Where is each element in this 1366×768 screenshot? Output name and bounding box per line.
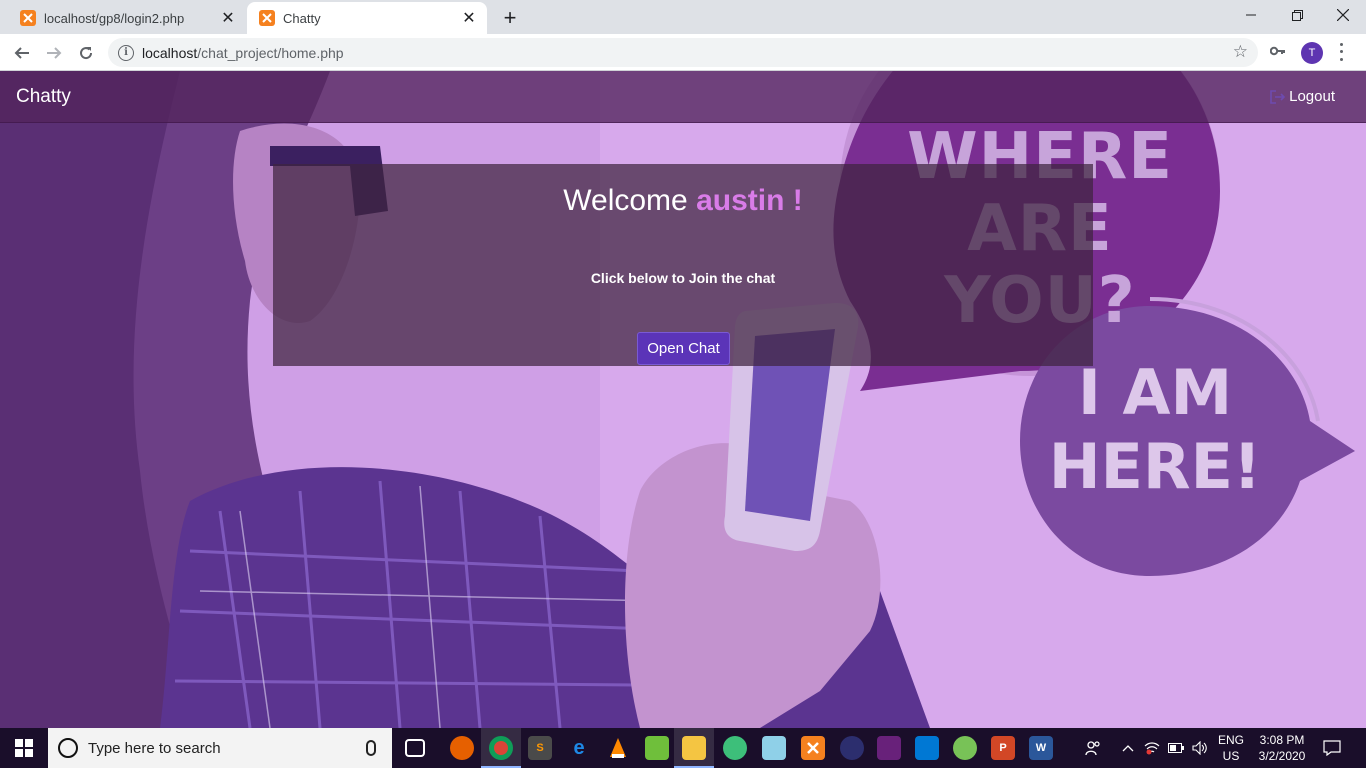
restore-icon [1291,9,1303,21]
start-button[interactable] [0,728,48,768]
eclipse-icon[interactable] [840,736,864,760]
welcome-prefix: Welcome [563,184,688,217]
close-icon[interactable]: ✕ [459,8,479,28]
restore-button[interactable] [1274,0,1320,30]
info-icon[interactable]: i [118,44,134,61]
profile-avatar[interactable]: T [1301,42,1323,64]
close-icon [1337,9,1349,21]
close-icon[interactable]: ✕ [218,8,238,28]
sublime-text-icon[interactable]: S [528,736,552,760]
clock-date: 3/2/2020 [1258,749,1306,763]
network-icon[interactable] [1144,728,1160,768]
forward-button[interactable] [40,39,68,67]
reload-icon [80,47,93,60]
input-language-indicator[interactable]: ENG US [1214,732,1248,764]
join-instruction: Click below to Join the chat [590,270,776,286]
minimize-icon [1246,14,1256,16]
browser-menu-icon[interactable] [1336,41,1346,63]
windows-taskbar: Type here to search S e P W ENG US 3:08 … [0,728,1366,768]
xampp-favicon-icon [259,10,275,26]
firefox-icon[interactable] [450,736,474,760]
search-placeholder: Type here to search [88,739,221,757]
browser-toolbar: i localhost/chat_project/home.php ☆ T [0,34,1366,71]
clock-time: 3:08 PM [1259,733,1305,747]
back-button[interactable] [8,39,36,67]
task-view-icon[interactable] [405,739,425,757]
language-code: ENG [1217,733,1244,747]
open-chat-button[interactable]: Open Chat [637,332,730,365]
key-icon[interactable] [1269,43,1286,60]
windows-logo-icon [15,739,33,757]
clock[interactable]: 3:08 PM 3/2/2020 [1250,732,1314,764]
visual-studio-icon[interactable] [877,736,901,760]
username: austin ! [696,184,803,217]
brand-link[interactable]: Chatty [16,86,71,108]
tab-login[interactable]: localhost/gp8/login2.php ✕ [8,2,246,34]
address-bar[interactable]: i localhost/chat_project/home.php ☆ [108,38,1258,67]
action-center-icon[interactable] [1323,728,1341,768]
vscode-icon[interactable] [915,736,939,760]
welcome-panel: Welcome austin ! Click below to Join the… [273,164,1093,366]
tab-chatty[interactable]: Chatty ✕ [247,2,487,34]
browser-tab-strip: localhost/gp8/login2.php ✕ Chatty ✕ + [0,0,1366,34]
url-text: localhost/chat_project/home.php [142,44,344,61]
taskbar-search[interactable]: Type here to search [48,728,392,768]
page-viewport: WHERE ARE YOU? I AM HERE! Chatty Logout … [0,71,1366,728]
file-explorer-icon[interactable] [682,736,706,760]
tab-title: Chatty [283,10,321,26]
chrome-icon[interactable] [489,736,513,760]
xampp-favicon-icon [20,10,36,26]
new-tab-button[interactable]: + [498,5,522,30]
battery-icon[interactable] [1168,728,1184,768]
cortana-icon [58,738,78,758]
window-close-button[interactable] [1320,0,1366,30]
android-studio-icon[interactable] [953,736,977,760]
bubble-text-i-am-here: I AM HERE! [1048,356,1262,503]
microphone-icon[interactable] [366,740,376,756]
notepad-icon[interactable] [762,736,786,760]
forward-arrow-icon [47,47,62,59]
logout-link[interactable]: Logout [1270,88,1335,105]
logout-icon [1270,89,1286,104]
xampp-icon[interactable] [801,736,825,760]
bookmark-star-icon[interactable]: ☆ [1233,42,1248,62]
word-icon[interactable]: W [1029,736,1053,760]
volume-icon[interactable] [1192,728,1208,768]
keyboard-region: US [1222,749,1240,763]
atom-icon[interactable] [723,736,747,760]
minimize-button[interactable] [1228,0,1274,30]
welcome-heading: Welcome austin ! [273,184,1093,218]
powerpoint-icon[interactable]: P [991,736,1015,760]
top-navbar: Chatty Logout [0,71,1366,123]
chart-app-icon[interactable] [645,736,669,760]
back-arrow-icon [14,47,29,59]
show-hidden-icons-chevron-up-icon[interactable] [1122,728,1134,768]
tab-title: localhost/gp8/login2.php [44,10,185,26]
logout-label: Logout [1289,88,1335,105]
vlc-icon[interactable] [606,736,630,760]
reload-button[interactable] [72,39,100,67]
edge-icon[interactable]: e [567,736,591,760]
people-icon[interactable] [1085,728,1101,768]
